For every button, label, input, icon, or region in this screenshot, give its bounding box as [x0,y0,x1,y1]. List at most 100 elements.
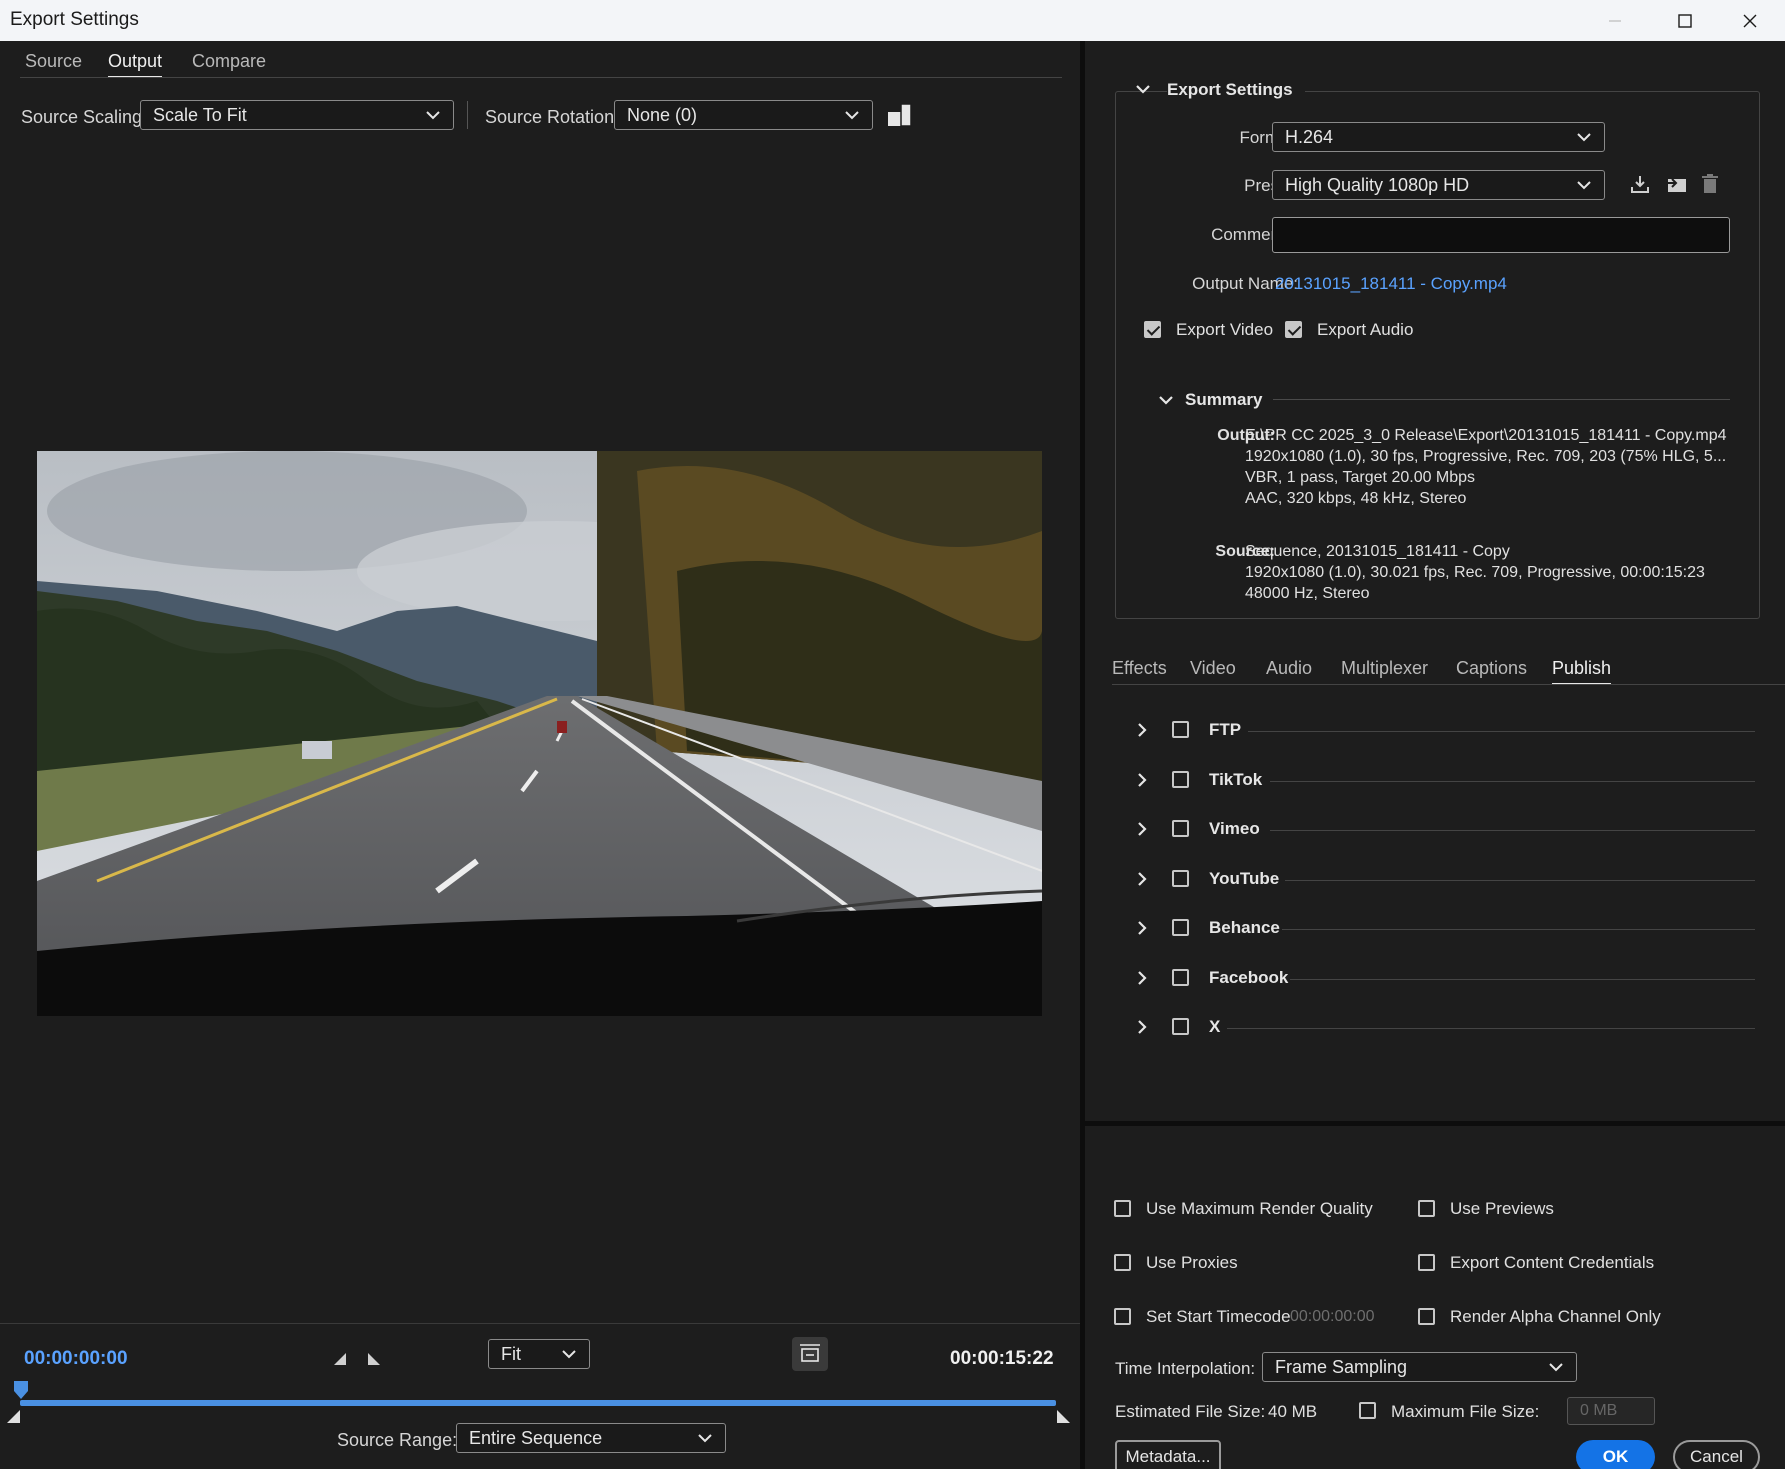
timeline-separator [0,1323,1080,1324]
summary-source-video: 1920x1080 (1.0), 30.021 fps, Rec. 709, P… [1245,564,1705,581]
publish-row-behance[interactable]: Behance [1085,914,1785,944]
source-range-dropdown[interactable]: Entire Sequence [456,1423,726,1453]
in-point-handle[interactable] [6,1409,22,1425]
export-settings-title[interactable]: Export Settings [1167,80,1305,100]
source-scaling-label: Source Scaling: [21,107,148,127]
current-timecode[interactable]: 00:00:00:00 [24,1348,128,1370]
chevron-down-icon[interactable] [1135,81,1151,97]
publish-vimeo-checkbox[interactable] [1172,820,1189,837]
chevron-right-icon[interactable] [1135,821,1149,837]
publish-row-vimeo[interactable]: Vimeo [1085,815,1785,845]
publish-row-youtube[interactable]: YouTube [1085,865,1785,895]
tab-output[interactable]: Output [108,51,163,78]
ok-button[interactable]: OK [1576,1440,1655,1469]
use-previews-checkbox[interactable] [1418,1200,1435,1217]
tab-compare[interactable]: Compare [192,51,266,72]
import-preset-icon [1666,178,1686,192]
import-preset-button[interactable] [1663,172,1689,196]
export-audio-checkbox[interactable] [1285,321,1302,338]
start-timecode-value[interactable]: 00:00:00:00 [1290,1308,1375,1326]
window-title: Export Settings [10,9,139,30]
publish-row-tiktok[interactable]: TikTok [1085,766,1785,796]
summary-source-audio: 48000 Hz, Stereo [1245,585,1370,602]
save-preset-icon [1631,176,1649,193]
metadata-button[interactable]: Metadata... [1115,1440,1221,1469]
comments-input[interactable] [1272,217,1730,253]
publish-row-ftp[interactable]: FTP [1085,716,1785,746]
chevron-right-icon[interactable] [1135,772,1149,788]
summary-source-lines: Sequence, 20131015_181411 - Copy 1920x10… [1245,541,1705,604]
publish-x-label: X [1209,1017,1221,1036]
export-video-checkbox[interactable] [1144,321,1161,338]
chevron-down-icon [1577,181,1591,190]
tab-publish[interactable]: Publish [1552,658,1612,685]
preset-value: High Quality 1080p HD [1285,175,1470,195]
source-rotation-dropdown[interactable]: None (0) [614,100,873,130]
summary-title[interactable]: Summary [1185,390,1262,410]
chevron-down-icon [426,111,440,120]
render-alpha-label: Render Alpha Channel Only [1450,1307,1661,1326]
time-interpolation-dropdown[interactable]: Frame Sampling [1262,1352,1577,1382]
render-alpha-checkbox[interactable] [1418,1308,1435,1325]
publish-youtube-label: YouTube [1209,869,1280,888]
publish-facebook-checkbox[interactable] [1172,969,1189,986]
max-file-size-label: Maximum File Size: [1391,1402,1540,1421]
set-start-timecode-checkbox[interactable] [1114,1308,1131,1325]
tab-effects[interactable]: Effects [1112,658,1167,679]
output-name-label: Output Name: [1192,274,1298,293]
preset-dropdown[interactable]: High Quality 1080p HD [1272,170,1605,200]
tab-source[interactable]: Source [25,51,82,72]
mark-out-button[interactable] [364,1349,384,1369]
playhead[interactable] [12,1379,30,1401]
chevron-right-icon[interactable] [1135,970,1149,986]
minimize-icon [1609,19,1621,22]
publish-x-checkbox[interactable] [1172,1018,1189,1035]
publish-row-x[interactable]: X [1085,1013,1785,1043]
save-preset-button[interactable] [1628,172,1652,196]
chevron-down-icon[interactable] [1158,392,1174,408]
max-render-quality-checkbox[interactable] [1114,1200,1131,1217]
rotate-button[interactable] [885,101,915,129]
tab-audio[interactable]: Audio [1266,658,1312,679]
source-scaling-dropdown[interactable]: Scale To Fit [140,100,454,130]
minimize-button[interactable] [1580,0,1650,41]
chevron-right-icon[interactable] [1135,920,1149,936]
timeline-range-bar[interactable] [20,1400,1056,1406]
publish-youtube-checkbox[interactable] [1172,870,1189,887]
max-file-size-checkbox[interactable] [1359,1402,1376,1419]
publish-row-facebook[interactable]: Facebook [1085,964,1785,994]
cancel-button[interactable]: Cancel [1673,1440,1760,1469]
zoom-dropdown[interactable]: Fit [488,1339,590,1369]
tab-video[interactable]: Video [1190,658,1236,679]
fit-timeline-button[interactable] [792,1337,828,1371]
publish-behance-checkbox[interactable] [1172,919,1189,936]
settings-panel: Export Settings Format: H.264 Preset: Hi… [1085,41,1785,1469]
use-proxies-checkbox[interactable] [1114,1254,1131,1271]
max-file-size-value: 0 MB [1580,1402,1618,1419]
zoom-value: Fit [501,1344,521,1364]
format-dropdown[interactable]: H.264 [1272,122,1605,152]
maximize-button[interactable] [1650,0,1720,41]
export-credentials-checkbox[interactable] [1418,1254,1435,1271]
publish-tiktok-checkbox[interactable] [1172,771,1189,788]
max-file-size-input[interactable]: 0 MB [1567,1397,1655,1425]
chevron-right-icon[interactable] [1135,722,1149,738]
tab-multiplexer[interactable]: Multiplexer [1341,658,1428,679]
summary-output-lines: E:\PR CC 2025_3_0 Release\Export\2013101… [1245,425,1727,509]
end-timecode: 00:00:15:22 [950,1348,1054,1369]
close-button[interactable] [1715,0,1785,41]
tab-captions[interactable]: Captions [1456,658,1527,679]
chevron-right-icon[interactable] [1135,1019,1149,1035]
source-scaling-value: Scale To Fit [153,105,247,125]
out-point-handle[interactable] [1056,1409,1072,1425]
set-start-timecode-label: Set Start Timecode [1146,1307,1291,1326]
mark-in-icon [334,1353,346,1365]
chevron-right-icon[interactable] [1135,871,1149,887]
time-interpolation-label: Time Interpolation: [1115,1359,1256,1378]
publish-ftp-checkbox[interactable] [1172,721,1189,738]
in-point-icon [7,1410,20,1423]
output-name-link[interactable]: 20131015_181411 - Copy.mp4 [1275,274,1507,294]
delete-preset-button[interactable] [1699,172,1721,196]
mark-in-button[interactable] [330,1349,350,1369]
rotate-icon [888,103,912,127]
